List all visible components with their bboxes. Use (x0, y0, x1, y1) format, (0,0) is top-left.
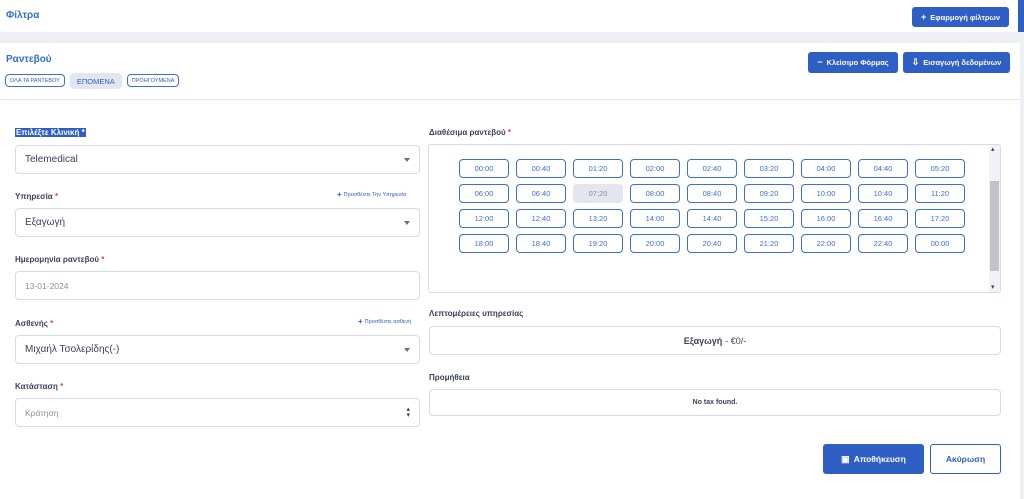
tab-upcoming[interactable]: ΕΠΟΜΕΝΑ (69, 73, 122, 89)
scroll-up-icon[interactable]: ▴ (991, 145, 995, 153)
commission-label: Προμήθεια (429, 373, 470, 382)
service-value: Εξαγωγή (25, 217, 66, 228)
clinic-select[interactable]: Telemedical (15, 145, 420, 174)
time-slot[interactable]: 12:40 (516, 209, 566, 228)
slots-label: Διαθέσιμα ραντεβού * (429, 128, 512, 137)
time-slot[interactable]: 20:00 (630, 234, 680, 253)
service-details-name: Εξαγωγή (683, 335, 723, 346)
date-input[interactable]: 13-01-2024 (15, 271, 420, 300)
commission-value: No tax found. (692, 399, 738, 406)
save-label: Αποθήκευση (853, 454, 906, 464)
time-slot[interactable]: 13:20 (573, 209, 623, 228)
time-slot[interactable]: 17:20 (915, 209, 965, 228)
date-value: 13-01-2024 (25, 280, 69, 291)
sort-arrows-icon: ▴ ▾ (406, 406, 410, 419)
scroll-thumb[interactable] (990, 181, 999, 271)
time-slot[interactable]: 00:00 (459, 159, 509, 178)
import-data-button[interactable]: ⇩ Εισαγωγή δεδομένων (903, 52, 1010, 73)
time-slot[interactable]: 14:00 (630, 209, 680, 228)
service-label: Υπηρεσία * (15, 192, 59, 201)
time-slot[interactable]: 06:00 (459, 184, 509, 203)
time-slot[interactable]: 06:40 (516, 184, 566, 203)
plus-icon: + (920, 11, 927, 22)
time-slot[interactable]: 22:40 (858, 234, 908, 253)
slots-grid: 00:00 00:40 01:20 02:00 02:40 03:20 04:00 04:40… (459, 159, 965, 253)
time-slot[interactable]: 08:40 (687, 184, 737, 203)
floppy-icon: ▣ (841, 453, 850, 464)
patient-value: Μιχαήλ Τσολερίδης(-) (25, 344, 120, 355)
slots-panel: 00:00 00:40 01:20 02:00 02:40 03:20 04:00 04:40… (428, 144, 1001, 293)
time-slot[interactable]: 19:20 (573, 234, 623, 253)
appointments-card: Ραντεβού ΟΛΑ ΤΑ ΡΑΝΤΕΒΟΥ ΕΠΟΜΕΝΑ ΠΡΟΗΓΟΥ… (0, 43, 1020, 499)
time-slot[interactable]: 07:20 (573, 184, 623, 203)
time-slot[interactable]: 09:20 (744, 184, 794, 203)
time-slot[interactable]: 18:40 (516, 234, 566, 253)
time-slot[interactable]: 04:00 (801, 159, 851, 178)
plus-icon: + (337, 190, 342, 199)
time-slot[interactable]: 01:20 (573, 159, 623, 178)
save-button[interactable]: ▣ Αποθήκευση (823, 444, 924, 474)
patient-label: Ασθενής * (15, 319, 54, 328)
close-form-button[interactable]: − Κλείσιμο Φόρμας (808, 52, 898, 73)
add-patient-link[interactable]: + Προσθέστε ασθενή (358, 317, 411, 326)
service-details-label: Λεπτομέρειες υπηρεσίας (429, 309, 524, 318)
chevron-down-icon (404, 221, 410, 225)
time-slot[interactable]: 21:20 (744, 234, 794, 253)
tab-past[interactable]: ΠΡΟΗΓΟΥΜΕΝΑ (126, 74, 180, 87)
time-slot[interactable]: 14:40 (687, 209, 737, 228)
status-value: Κράτηση (25, 407, 59, 418)
time-slot[interactable]: 02:40 (687, 159, 737, 178)
filters-title: Φίλτρα (6, 10, 40, 21)
time-slot[interactable]: 03:20 (744, 159, 794, 178)
time-slot[interactable]: 04:40 (858, 159, 908, 178)
time-slot[interactable]: 12:00 (459, 209, 509, 228)
time-slot[interactable]: 05:20 (915, 159, 965, 178)
tab-all[interactable]: ΟΛΑ ΤΑ ΡΑΝΤΕΒΟΥ (5, 74, 65, 87)
time-slot[interactable]: 00:00 (915, 234, 965, 253)
time-slot[interactable]: 10:00 (801, 184, 851, 203)
time-slot[interactable]: 00:40 (516, 159, 566, 178)
time-slot[interactable]: 22:00 (801, 234, 851, 253)
service-select[interactable]: Εξαγωγή (15, 208, 420, 237)
status-select[interactable]: Κράτηση ▴ ▾ (15, 398, 420, 427)
patient-select[interactable]: Μιχαήλ Τσολερίδης(-) (15, 335, 420, 364)
import-data-label: Εισαγωγή δεδομένων (923, 58, 1002, 67)
plus-icon: + (358, 317, 363, 326)
time-slot[interactable]: 18:00 (459, 234, 509, 253)
clinic-value: Telemedical (25, 154, 78, 165)
apply-filters-label: Εφαρμογή φίλτρων (930, 12, 1000, 22)
apply-filters-button[interactable]: + Εφαρμογή φίλτρων (912, 7, 1009, 27)
time-slot[interactable]: 08:00 (630, 184, 680, 203)
status-label: Κατάσταση * (15, 382, 64, 391)
service-details-box: Εξαγωγή - €0/- (429, 326, 1001, 355)
slots-scrollbar[interactable]: ▴ ▾ (989, 145, 1000, 292)
edge-accent (1018, 0, 1024, 32)
commission-box: No tax found. (429, 389, 1001, 416)
date-label: Ημερομηνία ραντεβού * (15, 255, 105, 264)
service-details-price: - €0/- (725, 335, 747, 346)
close-form-label: Κλείσιμο Φόρμας (826, 58, 889, 67)
time-slot[interactable]: 10:40 (858, 184, 908, 203)
import-icon: ⇩ (911, 57, 920, 67)
time-slot[interactable]: 16:40 (858, 209, 908, 228)
time-slot[interactable]: 16:00 (801, 209, 851, 228)
time-slot[interactable]: 15:20 (744, 209, 794, 228)
cancel-button[interactable]: Ακύρωση (930, 444, 1001, 474)
add-service-link[interactable]: + Προσθέστε Την Υπηρεσία (337, 190, 406, 199)
appointments-title: Ραντεβού (6, 54, 52, 65)
time-slot[interactable]: 02:00 (630, 159, 680, 178)
clinic-label: Επιλέξτε Κλινική * (15, 128, 86, 137)
time-slot[interactable]: 11:20 (915, 184, 965, 203)
time-slot[interactable]: 20:40 (687, 234, 737, 253)
chevron-down-icon (404, 158, 410, 162)
scroll-down-icon[interactable]: ▾ (991, 283, 995, 291)
minus-icon: − (817, 57, 823, 67)
header-divider (0, 99, 1020, 100)
filters-bar: Φίλτρα + Εφαρμογή φίλτρων (0, 0, 1024, 32)
appointment-tabs: ΟΛΑ ΤΑ ΡΑΝΤΕΒΟΥ ΕΠΟΜΕΝΑ ΠΡΟΗΓΟΥΜΕΝΑ (5, 73, 180, 89)
chevron-down-icon (404, 348, 410, 352)
